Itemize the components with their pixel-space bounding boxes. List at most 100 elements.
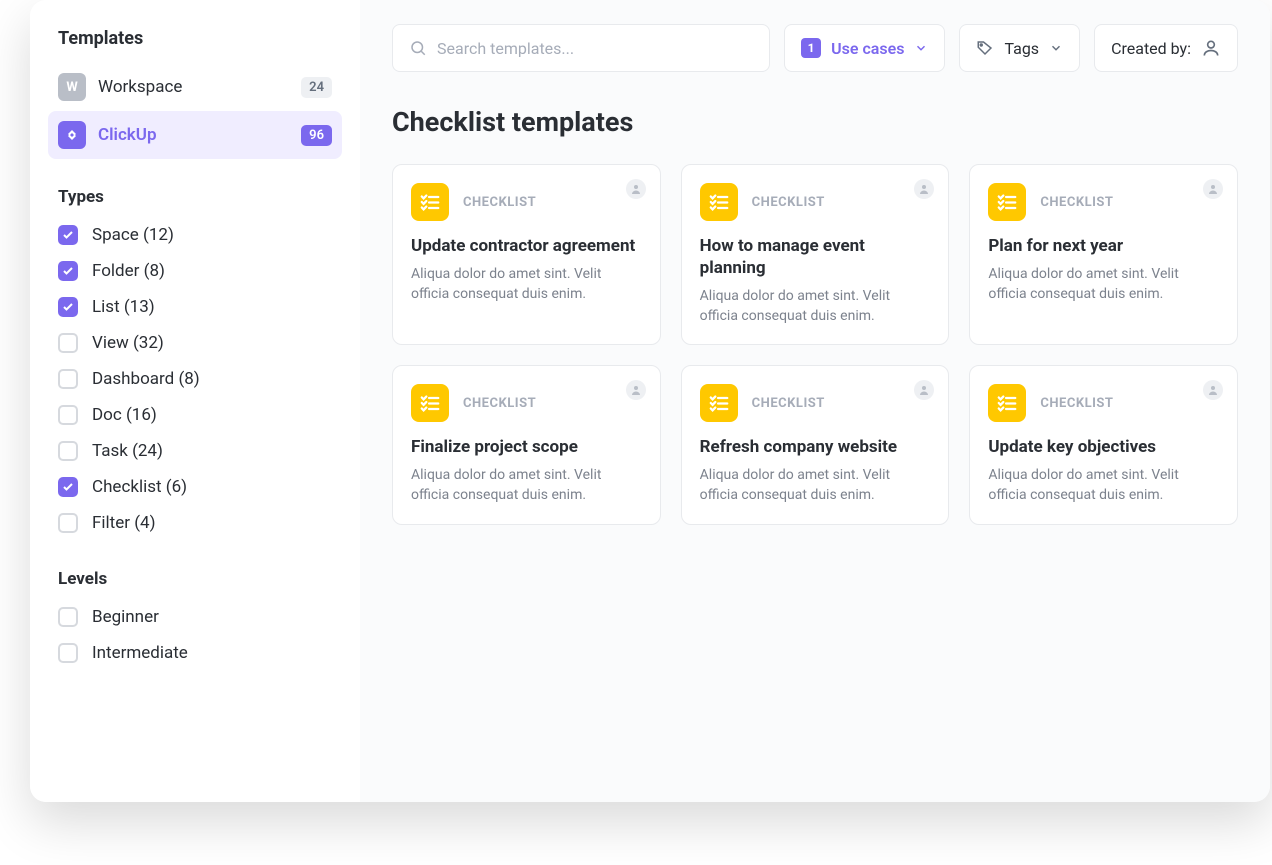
level-filter-intermediate[interactable]: Intermediate <box>48 635 342 671</box>
type-filter-list[interactable]: List (13) <box>48 289 342 325</box>
check-label: Folder (8) <box>92 261 165 281</box>
card-header: CHECKLIST <box>988 183 1219 221</box>
sidebar: Templates W Workspace 24 ClickUp 96 Type… <box>30 0 360 802</box>
types-section-title: Types <box>48 159 342 217</box>
checklist-icon <box>988 384 1026 422</box>
sidebar-item-label: Workspace <box>98 77 301 97</box>
checkbox[interactable] <box>58 405 78 425</box>
checklist-icon <box>411 183 449 221</box>
card-title: Finalize project scope <box>411 436 642 458</box>
checkbox[interactable] <box>58 333 78 353</box>
page-title: Checklist templates <box>392 106 1238 138</box>
card-type-label: CHECKLIST <box>463 195 536 210</box>
card-title: How to manage event planning <box>700 235 931 279</box>
card-header: CHECKLIST <box>700 183 931 221</box>
search-icon <box>409 39 427 57</box>
app-window: Templates W Workspace 24 ClickUp 96 Type… <box>30 0 1270 802</box>
card-description: Aliqua dolor do amet sint. Velit officia… <box>700 466 931 505</box>
checkbox[interactable] <box>58 513 78 533</box>
card-title: Plan for next year <box>988 235 1219 257</box>
template-card[interactable]: CHECKLIST Update key objectives Aliqua dol… <box>969 365 1238 524</box>
card-description: Aliqua dolor do amet sint. Velit officia… <box>411 265 642 304</box>
search-input[interactable] <box>437 39 753 58</box>
type-filter-dashboard[interactable]: Dashboard (8) <box>48 361 342 397</box>
main-content: 1 Use cases Tags Created by: <box>360 0 1270 802</box>
card-description: Aliqua dolor do amet sint. Velit officia… <box>411 466 642 505</box>
type-filter-folder[interactable]: Folder (8) <box>48 253 342 289</box>
tag-icon <box>976 39 994 57</box>
type-filter-space[interactable]: Space (12) <box>48 217 342 253</box>
avatar-icon <box>1203 380 1223 400</box>
check-label: Doc (16) <box>92 405 157 425</box>
filter-bar: 1 Use cases Tags Created by: <box>392 24 1238 72</box>
check-label: View (32) <box>92 333 164 353</box>
sidebar-title: Templates <box>48 28 342 63</box>
checkbox[interactable] <box>58 297 78 317</box>
user-icon <box>1201 38 1221 58</box>
check-label: Intermediate <box>92 643 188 663</box>
avatar-icon <box>626 179 646 199</box>
type-filter-filter[interactable]: Filter (4) <box>48 505 342 541</box>
use-cases-filter[interactable]: 1 Use cases <box>784 24 945 72</box>
checkbox[interactable] <box>58 261 78 281</box>
chevron-down-icon <box>914 41 928 55</box>
checklist-icon <box>988 183 1026 221</box>
sidebar-item-workspace[interactable]: W Workspace 24 <box>48 63 342 111</box>
check-label: Space (12) <box>92 225 174 245</box>
template-card[interactable]: CHECKLIST Plan for next year Aliqua dolor … <box>969 164 1238 345</box>
checkbox[interactable] <box>58 441 78 461</box>
check-label: Beginner <box>92 607 159 627</box>
card-description: Aliqua dolor do amet sint. Velit officia… <box>700 287 931 326</box>
level-filter-beginner[interactable]: Beginner <box>48 599 342 635</box>
search-box[interactable] <box>392 24 770 72</box>
checkbox[interactable] <box>58 643 78 663</box>
avatar-icon <box>914 179 934 199</box>
card-header: CHECKLIST <box>411 384 642 422</box>
template-card[interactable]: CHECKLIST Update contractor agreement Aliq… <box>392 164 661 345</box>
sidebar-item-count: 96 <box>301 125 332 146</box>
card-header: CHECKLIST <box>411 183 642 221</box>
card-type-label: CHECKLIST <box>1040 195 1113 210</box>
card-description: Aliqua dolor do amet sint. Velit officia… <box>988 466 1219 505</box>
levels-section-title: Levels <box>48 541 342 599</box>
checkbox[interactable] <box>58 225 78 245</box>
template-card[interactable]: CHECKLIST How to manage event planning Ali… <box>681 164 950 345</box>
card-type-label: CHECKLIST <box>752 195 825 210</box>
card-title: Update key objectives <box>988 436 1219 458</box>
check-label: Dashboard (8) <box>92 369 200 389</box>
check-label: Task (24) <box>92 441 163 461</box>
type-filter-checklist[interactable]: Checklist (6) <box>48 469 342 505</box>
checklist-icon <box>411 384 449 422</box>
clickup-badge-icon <box>58 121 86 149</box>
type-filter-view[interactable]: View (32) <box>48 325 342 361</box>
use-cases-label: Use cases <box>831 39 904 58</box>
chevron-down-icon <box>1049 41 1063 55</box>
card-header: CHECKLIST <box>988 384 1219 422</box>
checkbox[interactable] <box>58 607 78 627</box>
created-by-filter[interactable]: Created by: <box>1094 24 1238 72</box>
created-by-label: Created by: <box>1111 39 1191 58</box>
checklist-icon <box>700 183 738 221</box>
card-type-label: CHECKLIST <box>752 396 825 411</box>
checkbox[interactable] <box>58 477 78 497</box>
check-label: Filter (4) <box>92 513 156 533</box>
card-type-label: CHECKLIST <box>463 396 536 411</box>
tags-filter[interactable]: Tags <box>959 24 1080 72</box>
workspace-badge-icon: W <box>58 73 86 101</box>
type-filter-task[interactable]: Task (24) <box>48 433 342 469</box>
card-title: Refresh company website <box>700 436 931 458</box>
card-header: CHECKLIST <box>700 384 931 422</box>
sidebar-item-count: 24 <box>301 77 332 98</box>
card-title: Update contractor agreement <box>411 235 642 257</box>
type-filter-doc[interactable]: Doc (16) <box>48 397 342 433</box>
use-cases-count-badge: 1 <box>801 38 821 58</box>
sidebar-item-label: ClickUp <box>98 125 301 145</box>
template-card[interactable]: CHECKLIST Refresh company website Aliqua d… <box>681 365 950 524</box>
checklist-icon <box>700 384 738 422</box>
card-description: Aliqua dolor do amet sint. Velit officia… <box>988 265 1219 304</box>
template-card[interactable]: CHECKLIST Finalize project scope Aliqua do… <box>392 365 661 524</box>
card-type-label: CHECKLIST <box>1040 396 1113 411</box>
checkbox[interactable] <box>58 369 78 389</box>
sidebar-item-clickup[interactable]: ClickUp 96 <box>48 111 342 159</box>
check-label: Checklist (6) <box>92 477 187 497</box>
